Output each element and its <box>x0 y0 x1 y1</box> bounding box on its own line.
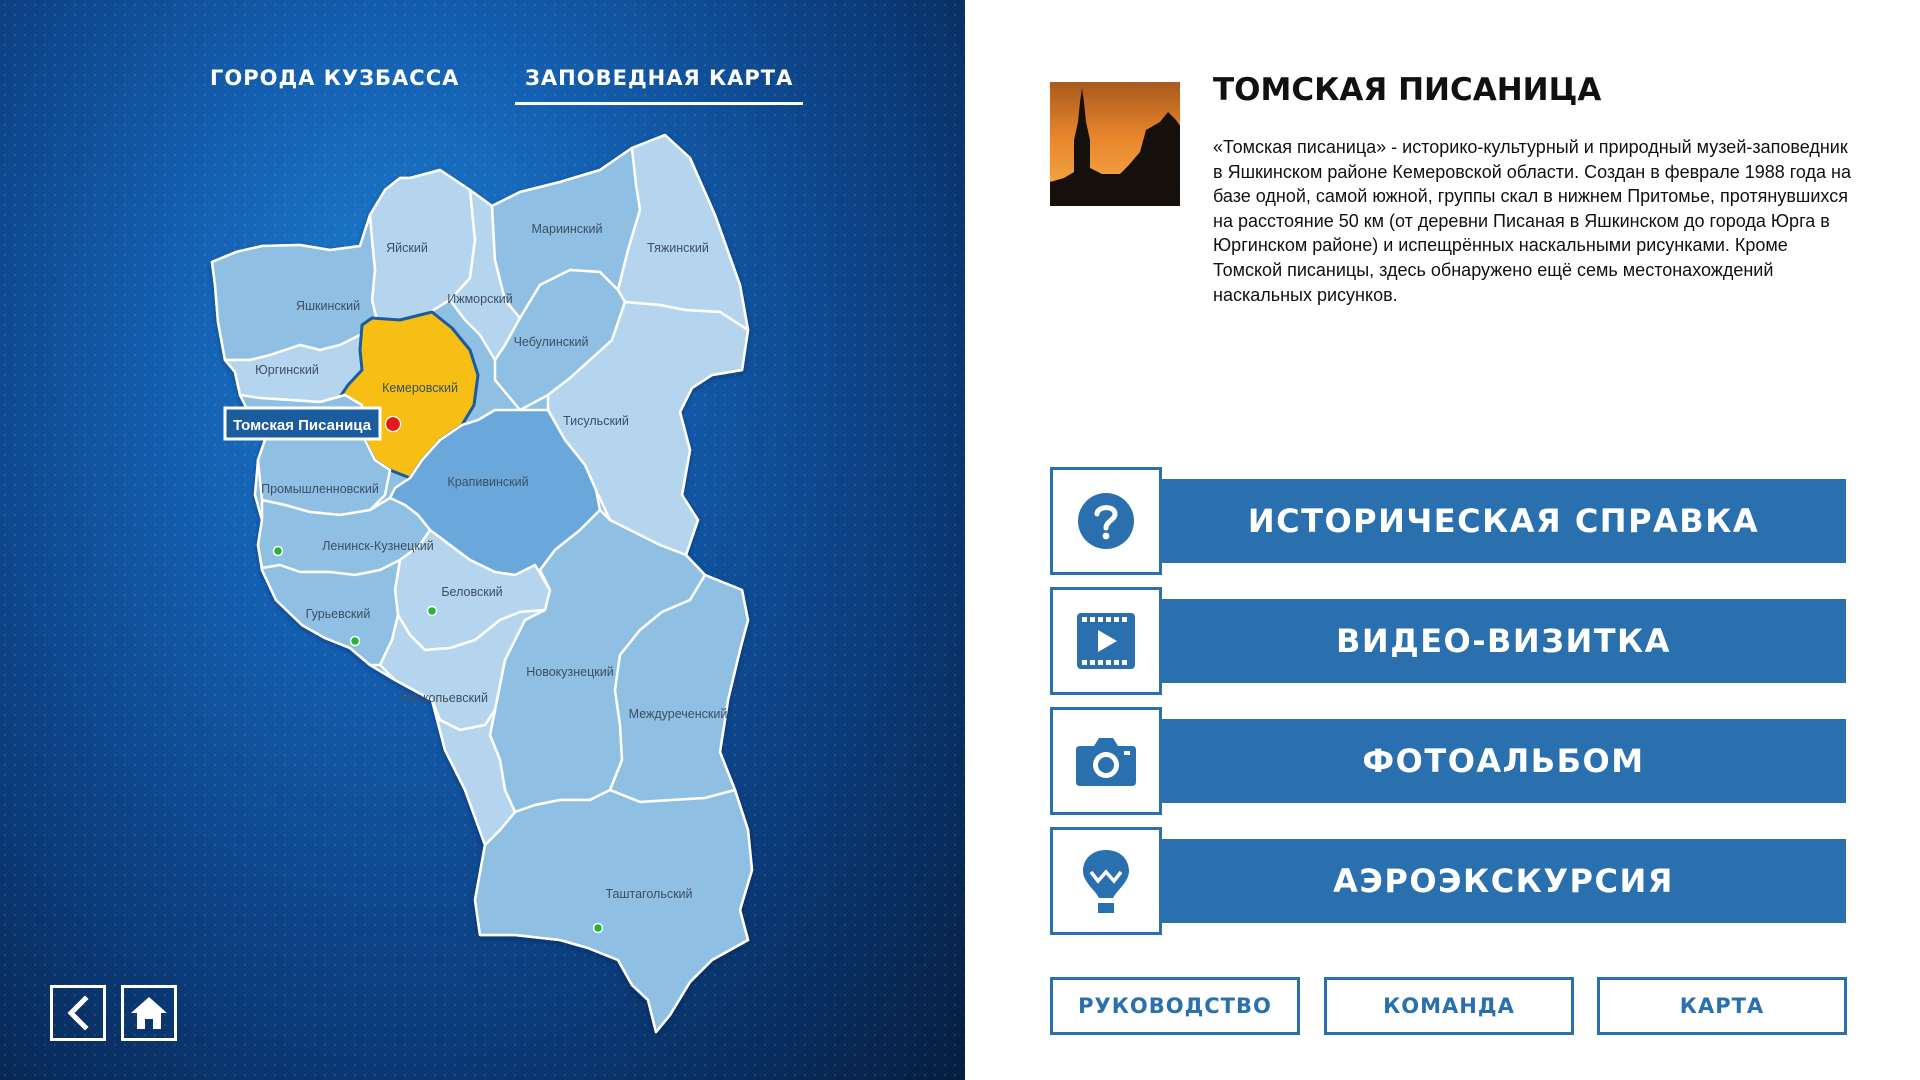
site-marker-green[interactable] <box>592 922 604 934</box>
home-icon <box>131 997 167 1029</box>
history-icon-box <box>1050 467 1162 575</box>
site-callout[interactable]: Томская Писаница <box>223 406 382 441</box>
camera-icon-box <box>1050 707 1162 815</box>
video-label: ВИДЕО-ВИЗИТКА <box>1161 599 1846 683</box>
label-guryevsky: Гурьевский <box>306 607 371 621</box>
video-icon <box>1077 613 1135 669</box>
label-promyshlennovsky: Промышленновский <box>261 482 379 496</box>
label-prokopyevsky: Прокопьевский <box>400 691 488 705</box>
home-button[interactable] <box>121 985 177 1041</box>
label-belovsky: Беловский <box>441 585 502 599</box>
video-button[interactable]: ВИДЕО-ВИЗИТКА <box>1050 587 1846 695</box>
team-button[interactable]: КОМАНДА <box>1324 977 1574 1035</box>
site-thumbnail[interactable] <box>1050 82 1180 206</box>
camera-icon <box>1076 738 1136 786</box>
site-marker-green[interactable] <box>272 545 284 557</box>
site-marker-green[interactable] <box>349 635 361 647</box>
history-button[interactable]: ИСТОРИЧЕСКАЯ СПРАВКА <box>1050 467 1846 575</box>
label-novokuznetsky: Новокузнецкий <box>526 665 613 679</box>
video-icon-box <box>1050 587 1162 695</box>
site-marker-red[interactable] <box>384 415 402 433</box>
label-tyazhinsky: Тяжинский <box>647 241 709 255</box>
label-chebulinsky: Чебулинский <box>514 335 589 349</box>
map-button[interactable]: КАРТА <box>1597 977 1847 1035</box>
guide-button[interactable]: РУКОВОДСТВО <box>1050 977 1300 1035</box>
back-button[interactable] <box>50 985 106 1041</box>
info-panel: ТОМСКАЯ ПИСАНИЦА «Томская писаница» - ис… <box>965 0 1920 1080</box>
photo-album-button[interactable]: ФОТОАЛЬБОМ <box>1050 707 1846 815</box>
history-label: ИСТОРИЧЕСКАЯ СПРАВКА <box>1161 479 1846 563</box>
site-marker-green[interactable] <box>426 605 438 617</box>
question-icon <box>1078 493 1134 549</box>
site-description: «Томская писаница» - историко-культурный… <box>1213 137 1852 305</box>
photo-album-label: ФОТОАЛЬБОМ <box>1161 719 1846 803</box>
label-krapivinsky: Крапивинский <box>447 475 528 489</box>
label-leninsk: Ленинск-Кузнецкий <box>322 539 434 553</box>
label-tashtagolsky: Таштагольский <box>605 887 692 901</box>
air-tour-label: АЭРОЭКСКУРСИЯ <box>1161 839 1846 923</box>
map-panel: ГОРОДА КУЗБАССА ЗАПОВЕДНАЯ КАРТА Яйский … <box>0 0 965 1080</box>
label-tisulsky: Тисульский <box>563 414 629 428</box>
label-mariinsky: Мариинский <box>531 222 602 236</box>
balloon-icon <box>1083 850 1129 913</box>
site-title: ТОМСКАЯ ПИСАНИЦА <box>1213 72 1602 108</box>
label-yurginsky: Юргинский <box>255 363 319 377</box>
region-map: Яйский Мариинский Тяжинский Яшкинский Иж… <box>210 133 754 1034</box>
chevron-left-icon <box>67 996 89 1030</box>
label-yaysky: Яйский <box>386 241 428 255</box>
balloon-icon-box <box>1050 827 1162 935</box>
district-tashtagolsky[interactable] <box>473 788 754 1034</box>
site-callout-label: Томская Писаница <box>233 417 372 434</box>
district-tyazhinsky[interactable] <box>616 133 750 332</box>
air-tour-button[interactable]: АЭРОЭКСКУРСИЯ <box>1050 827 1846 935</box>
label-yashkinsky: Яшкинский <box>296 299 360 313</box>
label-kemerovsky: Кемеровский <box>382 381 458 395</box>
label-mezhdurechensky: Междуреченский <box>629 707 728 721</box>
label-izhmorsky: Ижморский <box>447 292 513 306</box>
